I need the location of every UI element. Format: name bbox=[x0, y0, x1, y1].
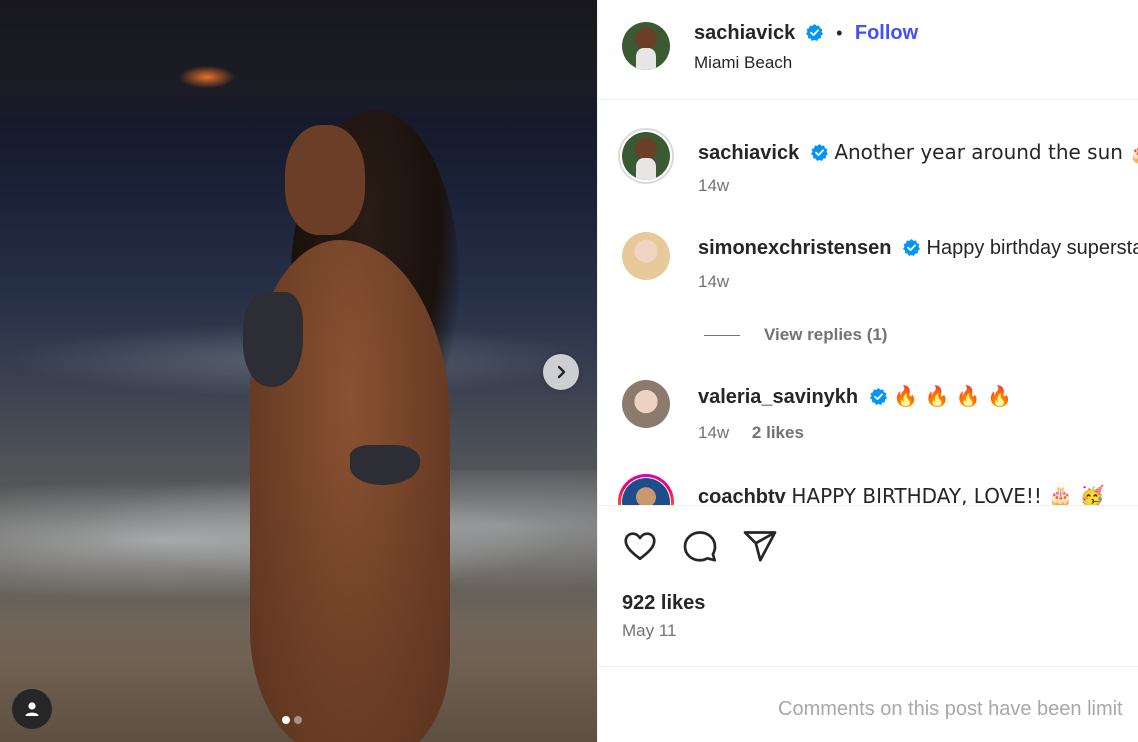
post-header: sachiavick • Follow Miami Beach bbox=[598, 0, 1138, 100]
comment-icon bbox=[683, 531, 717, 562]
post-side-panel: sachiavick • Follow Miami Beach sachiavi… bbox=[597, 0, 1138, 742]
chevron-right-icon bbox=[557, 365, 566, 379]
verified-icon bbox=[869, 387, 887, 405]
comment-text: valeria_savinykh 🔥 🔥 🔥 🔥 bbox=[698, 384, 1012, 409]
comment-body: Another year around the sun 🎂 🎉 bbox=[834, 140, 1138, 164]
comment-likes[interactable]: 2 likes bbox=[752, 423, 804, 442]
comment-body: 🔥 🔥 🔥 🔥 bbox=[893, 384, 1012, 408]
comment-body: HAPPY BIRTHDAY, LOVE!! 🎂 🥳 bbox=[791, 484, 1105, 505]
likes-count[interactable]: 922 likes bbox=[622, 592, 705, 615]
replies-divider bbox=[704, 334, 740, 336]
comment-meta: 14w bbox=[698, 272, 729, 292]
post-media[interactable] bbox=[0, 0, 597, 742]
carousel-dot-2 bbox=[294, 716, 302, 724]
share-icon bbox=[743, 531, 777, 562]
comment-time[interactable]: 14w bbox=[698, 176, 729, 195]
verified-icon bbox=[810, 143, 828, 161]
comments-list[interactable]: sachiavick Another year around the sun 🎂… bbox=[598, 101, 1138, 505]
comment-text: coachbtv HAPPY BIRTHDAY, LOVE!! 🎂 🥳 bbox=[698, 484, 1104, 505]
header-separator: • bbox=[836, 23, 843, 43]
view-replies-button[interactable]: View replies (1) bbox=[704, 325, 887, 345]
share-button[interactable] bbox=[742, 528, 778, 564]
comment-body: Happy birthday supersta bbox=[926, 237, 1138, 259]
comment-username[interactable]: simonexchristensen bbox=[698, 237, 891, 259]
media-subject-head bbox=[285, 125, 365, 235]
comment-time[interactable]: 14w bbox=[698, 272, 729, 291]
comment-username[interactable]: coachbtv bbox=[698, 486, 786, 505]
comment-text: sachiavick Another year around the sun 🎂… bbox=[698, 140, 1138, 165]
media-subject-swimwear-top bbox=[243, 292, 303, 387]
follow-button[interactable]: Follow bbox=[855, 22, 918, 44]
comment-text: simonexchristensen Happy birthday supers… bbox=[698, 237, 1138, 260]
post-date[interactable]: May 11 bbox=[622, 621, 677, 641]
carousel-indicator bbox=[282, 716, 302, 724]
view-replies-label: View replies (1) bbox=[764, 325, 888, 344]
post-location[interactable]: Miami Beach bbox=[694, 53, 792, 73]
carousel-dot-1 bbox=[282, 716, 290, 724]
comment-meta: 14w bbox=[698, 176, 729, 196]
commenter-avatar[interactable] bbox=[622, 132, 670, 180]
comments-limited-note: Comments on this post have been limit bbox=[778, 698, 1123, 720]
comment-meta: 14w 2 likes bbox=[698, 423, 804, 443]
author-username[interactable]: sachiavick bbox=[694, 22, 795, 44]
like-icon bbox=[624, 532, 656, 561]
comment-time[interactable]: 14w bbox=[698, 423, 729, 442]
comment-button[interactable] bbox=[682, 528, 718, 564]
commenter-avatar[interactable] bbox=[622, 232, 670, 280]
verified-icon bbox=[902, 238, 921, 256]
tagged-users-button[interactable] bbox=[12, 689, 52, 729]
post-actions: 922 likes May 11 bbox=[598, 505, 1138, 667]
like-button[interactable] bbox=[622, 528, 658, 564]
verified-icon bbox=[805, 23, 823, 41]
author-avatar[interactable] bbox=[622, 22, 670, 70]
carousel-next-button[interactable] bbox=[543, 354, 579, 390]
commenter-avatar[interactable] bbox=[622, 380, 670, 428]
action-icons bbox=[622, 528, 778, 564]
comment-username[interactable]: valeria_savinykh bbox=[698, 386, 858, 408]
user-tag-icon bbox=[25, 702, 39, 716]
author-line: sachiavick • Follow bbox=[694, 22, 918, 45]
comment-username[interactable]: sachiavick bbox=[698, 142, 799, 164]
